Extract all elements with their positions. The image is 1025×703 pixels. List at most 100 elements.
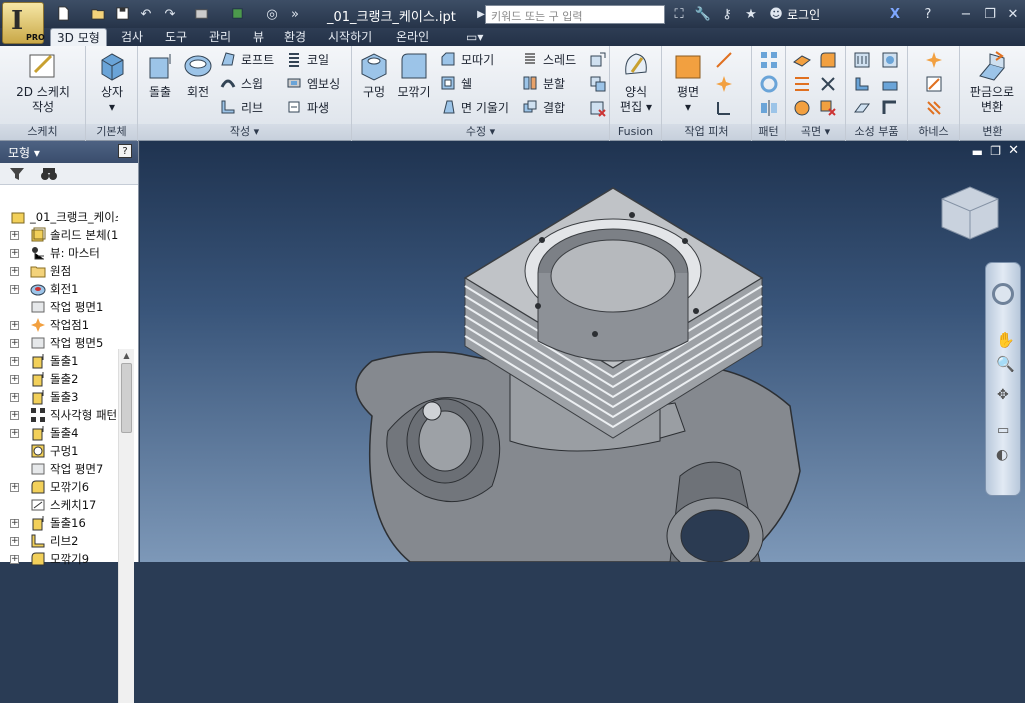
binoculars-icon[interactable]: ⛶ (670, 6, 688, 23)
user-icon[interactable]: ☻ (767, 6, 785, 23)
revolve-button[interactable]: 회전 (180, 50, 216, 100)
tab-view[interactable]: 뷰 (247, 28, 270, 46)
mirror-icon[interactable] (759, 98, 779, 118)
tree-node[interactable]: 작업 평면1 (0, 298, 118, 316)
restore-icon[interactable]: ❐ (981, 6, 999, 23)
face-draft-button[interactable]: 면 기울기 (440, 98, 509, 118)
coil-button[interactable]: 코일 (286, 50, 329, 70)
tree-node[interactable]: + 직사각형 패턴1 (0, 406, 118, 424)
tree-node[interactable]: 구멍1 (0, 442, 118, 460)
boss-icon[interactable] (880, 50, 900, 70)
ucs-icon[interactable] (714, 98, 734, 118)
copy-harness-icon[interactable] (924, 98, 944, 118)
browser-title[interactable]: 모형 ▾ (8, 146, 40, 160)
expand-icon[interactable]: + (10, 357, 19, 366)
browser-scrollbar[interactable]: ▲ (118, 349, 134, 703)
panel-label-modify[interactable]: 수정 ▾ (352, 124, 609, 140)
loft-button[interactable]: 로프트 (220, 50, 274, 70)
split-button[interactable]: 분할 (522, 74, 565, 94)
search-input[interactable]: 키워드 또는 구 입력 (485, 5, 665, 24)
tree-node[interactable]: + 모깎기6 (0, 478, 118, 496)
find-icon[interactable] (40, 166, 58, 185)
lip-icon[interactable] (852, 98, 872, 118)
move-face-icon[interactable] (588, 50, 608, 70)
rule-fillet-icon[interactable] (880, 98, 900, 118)
expand-toolbar-icon[interactable]: » (286, 6, 304, 23)
expand-icon[interactable]: + (10, 393, 19, 402)
browser-help-icon[interactable]: ? (118, 144, 132, 158)
redo-icon[interactable]: ↷ (161, 6, 179, 23)
snap-fit-icon[interactable] (852, 74, 872, 94)
tab-manage[interactable]: 관리 (203, 28, 237, 46)
undo-icon[interactable]: ↶ (137, 6, 155, 23)
box-button[interactable]: 상자 ▾ (94, 50, 130, 115)
material-icon[interactable] (192, 6, 210, 23)
thicken-icon[interactable] (792, 50, 812, 70)
create-2d-sketch-button[interactable]: 2D 스케치 작성 (10, 50, 76, 115)
tree-node[interactable]: + 솔리드 본체(1) (0, 226, 118, 244)
delete-surface-icon[interactable] (818, 98, 838, 118)
expand-icon[interactable]: + (10, 537, 19, 546)
derive-button[interactable]: 파생 (286, 98, 329, 118)
expand-icon[interactable]: + (10, 375, 19, 384)
expand-icon[interactable]: + (10, 483, 19, 492)
tree-node[interactable]: + 회전1 (0, 280, 118, 298)
application-menu-button[interactable]: I PRO (2, 2, 45, 44)
scroll-thumb[interactable] (121, 363, 132, 433)
panel-label-create[interactable]: 작성 ▾ (138, 124, 351, 140)
hole-button[interactable]: 구멍 (356, 50, 392, 100)
tree-node[interactable]: + 돌출2 (0, 370, 118, 388)
tree-node[interactable]: + 리브2 (0, 532, 118, 550)
rib-button[interactable]: 리브 (220, 98, 263, 118)
appearance-icon[interactable] (228, 6, 246, 23)
login-button[interactable]: 로그인 (787, 6, 820, 23)
copy-object-icon[interactable] (588, 74, 608, 94)
plane-button[interactable]: 평면 ▾ (668, 50, 708, 115)
showmotion-icon[interactable]: ◐ (996, 447, 1008, 463)
emboss-button[interactable]: 엠보싱 (286, 74, 340, 94)
grill-icon[interactable] (852, 50, 872, 70)
expand-icon[interactable]: + (10, 519, 19, 528)
fillet-button[interactable]: 모깎기 (394, 50, 434, 100)
work-axis-icon[interactable] (714, 50, 734, 70)
filter-icon[interactable] (9, 166, 25, 185)
minimize-icon[interactable]: − (957, 6, 975, 23)
combine-button[interactable]: 결합 (522, 98, 565, 118)
tree-node[interactable]: + 작업점1 (0, 316, 118, 334)
new-icon[interactable] (54, 6, 72, 23)
extend-icon[interactable] (792, 98, 812, 118)
delete-face-icon[interactable] (588, 98, 608, 118)
view-cube-icon[interactable] (941, 186, 999, 240)
close-icon[interactable]: ✕ (1004, 6, 1022, 23)
tree-node[interactable]: + 뷰: 마스터 (0, 244, 118, 262)
sculpt-icon[interactable] (792, 74, 812, 94)
trim-icon[interactable] (818, 74, 838, 94)
save-icon[interactable] (113, 6, 131, 23)
harness-properties-icon[interactable] (924, 50, 944, 70)
tree-root-part[interactable]: _01_크랭크_케이스 (0, 208, 118, 226)
tree-node[interactable]: + 돌출4 (0, 424, 118, 442)
convert-to-sheet-metal-button[interactable]: 판금으로 변환 (960, 50, 1024, 115)
tree-node[interactable]: + 원점 (0, 262, 118, 280)
tree-node[interactable]: + 돌출1 (0, 352, 118, 370)
rectangular-pattern-icon[interactable] (759, 50, 779, 70)
orbit-icon[interactable]: ✥ (997, 387, 1009, 403)
tree-node[interactable]: 스케치17 (0, 496, 118, 514)
expand-icon[interactable]: + (10, 321, 19, 330)
wrench-icon[interactable]: 🔧 (694, 6, 712, 23)
exchange-icon[interactable]: X (886, 6, 904, 23)
tree-node[interactable]: + 작업 평면5 (0, 334, 118, 352)
tab-tools[interactable]: 도구 (159, 28, 193, 46)
extrude-button[interactable]: 돌출 (142, 50, 178, 100)
globe-icon[interactable]: ◎ (263, 6, 281, 23)
steering-wheel-icon[interactable] (992, 283, 1014, 305)
stitch-icon[interactable] (818, 50, 838, 70)
tree-node[interactable]: 작업 평면7 (0, 460, 118, 478)
sweep-button[interactable]: 스윕 (220, 74, 263, 94)
rest-icon[interactable] (880, 74, 900, 94)
expand-icon[interactable]: + (10, 231, 19, 240)
expand-icon[interactable]: + (10, 411, 19, 420)
pan-icon[interactable]: ✋ (996, 331, 1015, 349)
work-point-icon[interactable] (714, 74, 734, 94)
zoom-icon[interactable]: 🔍 (996, 355, 1015, 373)
